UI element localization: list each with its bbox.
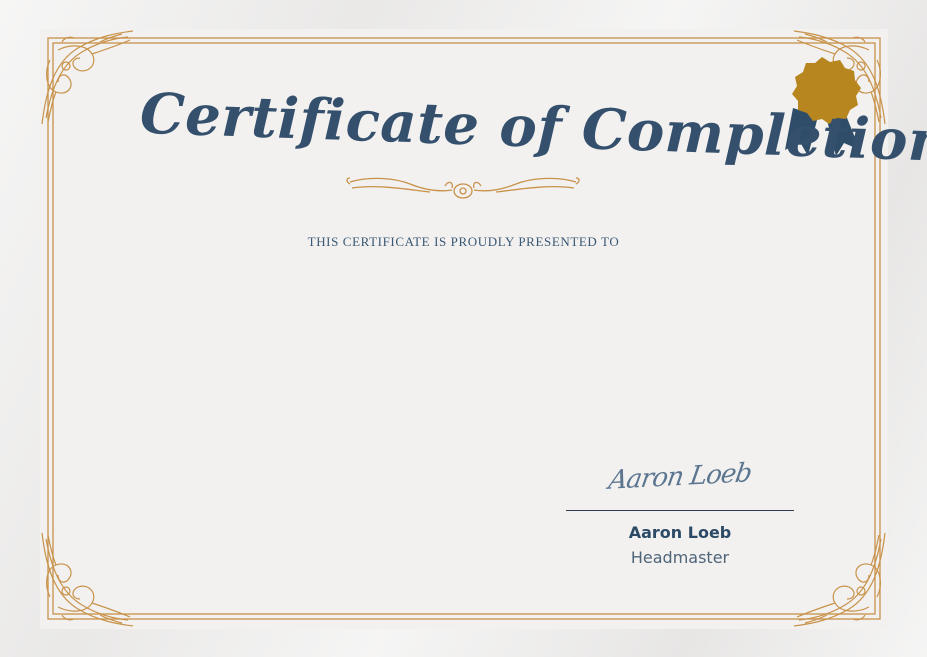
corner-ornament-top-left-icon <box>41 30 134 125</box>
corner-ornament-bottom-left-icon <box>41 532 134 627</box>
signer-role: Headmaster <box>630 548 730 567</box>
flourish-divider-icon <box>346 177 580 199</box>
signer-name: Aaron Loeb <box>628 523 732 542</box>
signature-line <box>566 510 794 511</box>
certificate-subtitle: THIS CERTIFICATE IS PROUDLY PRESENTED TO <box>307 234 620 249</box>
corner-ornament-bottom-right-icon <box>793 532 886 627</box>
